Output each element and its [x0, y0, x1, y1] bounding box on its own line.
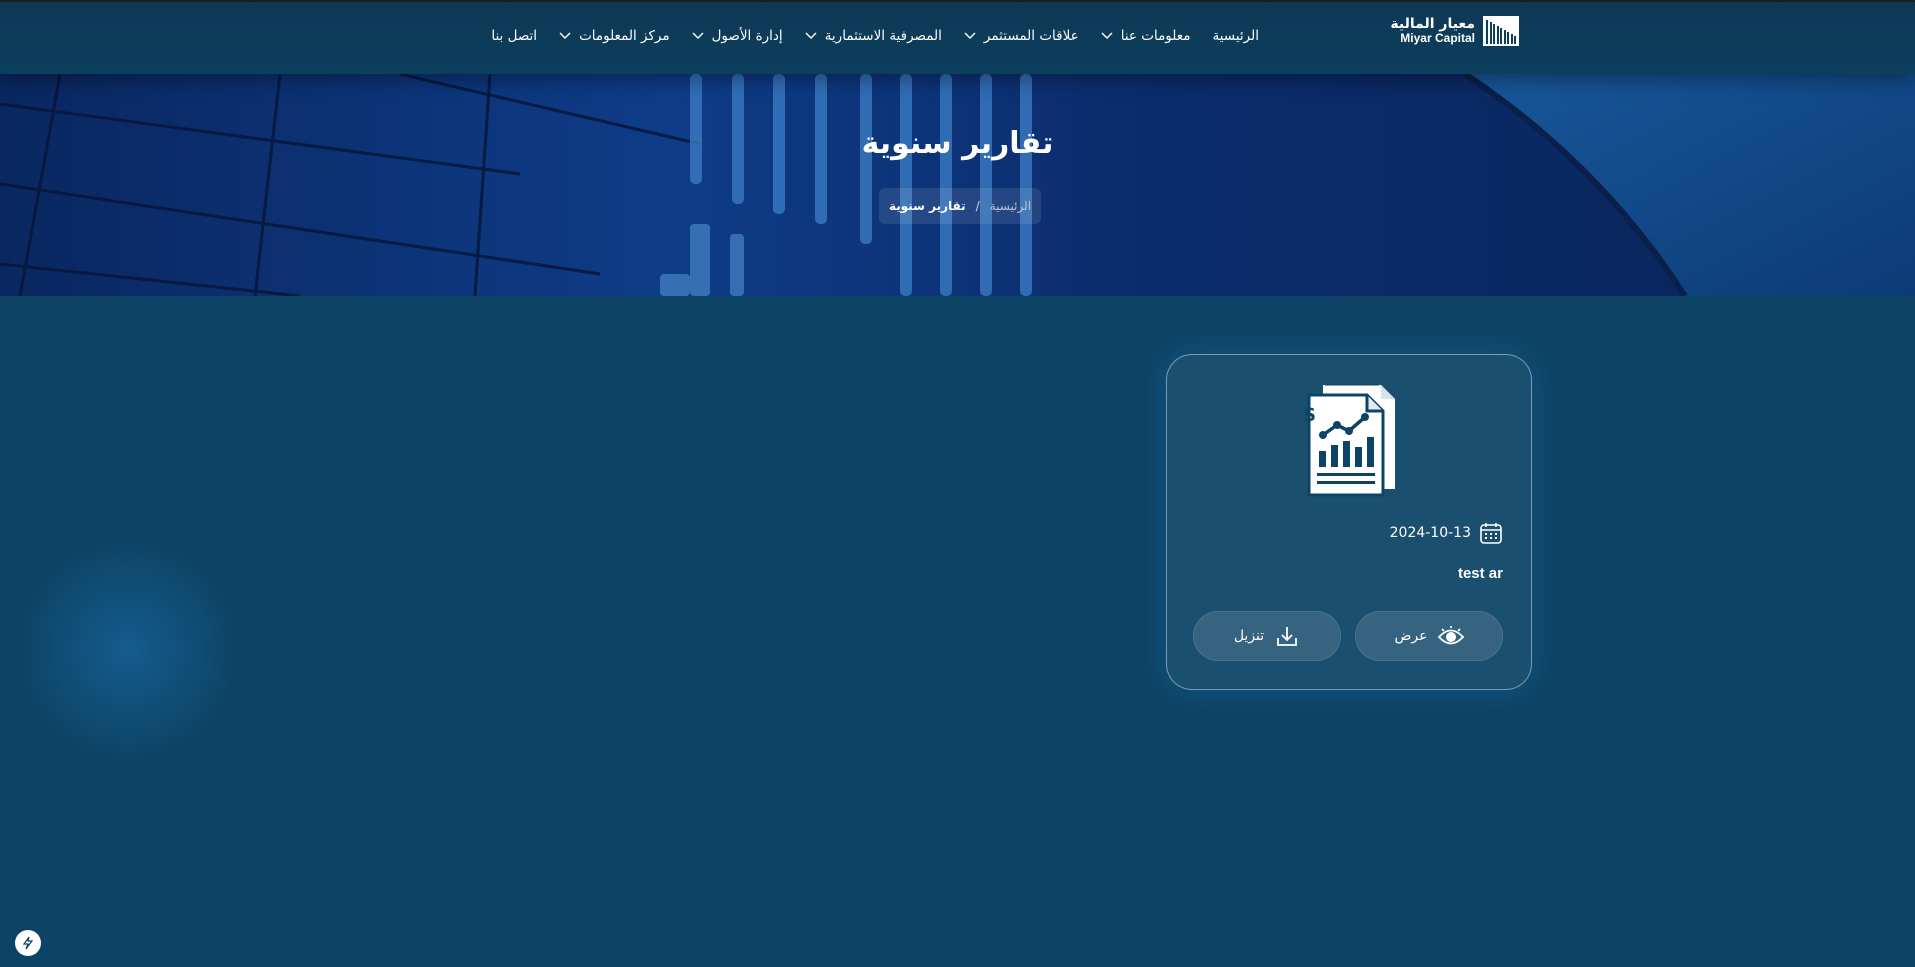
- report-date-text: 2024-10-13: [1389, 525, 1471, 541]
- brand-name-en: Miyar Capital: [1400, 31, 1475, 46]
- view-button[interactable]: عرض: [1355, 611, 1503, 661]
- page-title: تقارير سنوية: [861, 126, 1054, 161]
- nav-item-contact[interactable]: اتصل بنا: [491, 28, 537, 44]
- nav-item-label: الرئيسية: [1212, 28, 1260, 44]
- eye-icon: [1437, 626, 1464, 645]
- report-date: 2024-10-13: [1390, 521, 1503, 545]
- brand-logo[interactable]: معيار المالية Miyar Capital: [1390, 16, 1519, 46]
- chevron-down-icon: [1101, 32, 1113, 39]
- nav-item-home[interactable]: الرئيسية: [1213, 28, 1260, 44]
- nav-item-label: اتصل بنا: [491, 28, 538, 44]
- building-background-image: [0, 74, 1915, 296]
- brand-text: معيار المالية Miyar Capital: [1390, 16, 1475, 46]
- nav-item-asset-management[interactable]: إدارة الأصول: [692, 28, 783, 44]
- nav-item-label: علاقات المستثمر: [983, 28, 1079, 44]
- nav-item-label: إدارة الأصول: [711, 28, 783, 44]
- chevron-down-icon: [964, 32, 976, 39]
- page: معيار المالية Miyar Capital الرئيسية معل…: [0, 0, 1915, 967]
- nav-item-investment-banking[interactable]: المصرفية الاستثمارية: [805, 28, 942, 44]
- breadcrumb-home-link[interactable]: الرئيسية: [990, 199, 1031, 213]
- site-header: معيار المالية Miyar Capital الرئيسية معل…: [0, 0, 1915, 74]
- lightning-icon[interactable]: [15, 930, 41, 956]
- bar-lines-logo-icon: [1483, 16, 1519, 46]
- calendar-icon: [1480, 523, 1502, 544]
- hero-banner: تقارير سنوية الرئيسية / تقارير سنوية: [0, 74, 1915, 296]
- download-icon: [1277, 627, 1298, 646]
- chevron-down-icon: [805, 32, 817, 39]
- nav-item-investor-relations[interactable]: علاقات المستثمر: [964, 28, 1079, 44]
- nav-item-label: مركز المعلومات: [579, 28, 670, 44]
- nav-item-about[interactable]: معلومات عنا: [1101, 28, 1191, 44]
- download-button-label: تنزيل: [1233, 628, 1265, 644]
- main-nav: الرئيسية معلومات عنا علاقات المستثمر الم…: [469, 28, 1259, 44]
- chevron-down-icon: [692, 32, 704, 39]
- nav-item-label: معلومات عنا: [1120, 28, 1191, 44]
- background-glow: [18, 540, 238, 760]
- chevron-down-icon: [559, 32, 571, 39]
- breadcrumb: الرئيسية / تقارير سنوية: [879, 188, 1041, 224]
- nav-item-label: المصرفية الاستثمارية: [824, 28, 942, 44]
- view-button-label: عرض: [1394, 628, 1428, 644]
- nav-item-information-center[interactable]: مركز المعلومات: [559, 28, 670, 44]
- breadcrumb-current: تقارير سنوية: [888, 199, 966, 213]
- breadcrumb-separator: /: [975, 199, 980, 213]
- svg-text:$: $: [1305, 402, 1316, 426]
- financial-report-icon: $: [1305, 384, 1395, 497]
- lightning-glyph: [22, 936, 34, 950]
- download-button[interactable]: تنزيل: [1193, 611, 1341, 661]
- report-card: $ 2024-10-13 test ar عرض تنزيل: [1166, 354, 1532, 690]
- report-title: test ar: [1457, 565, 1503, 582]
- brand-name-ar: معيار المالية: [1390, 16, 1475, 33]
